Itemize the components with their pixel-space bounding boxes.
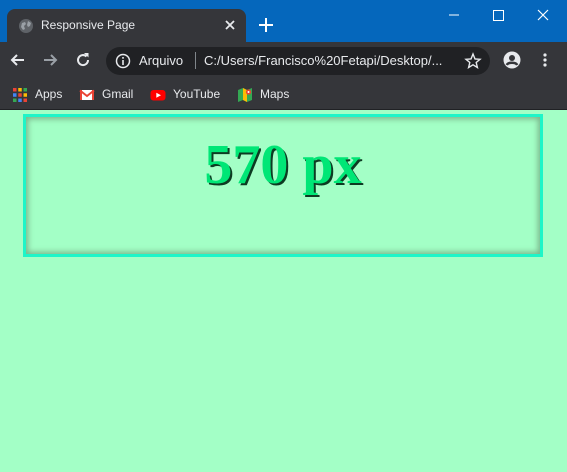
profile-avatar-icon[interactable] bbox=[503, 51, 521, 69]
bookmark-label: Gmail bbox=[102, 87, 134, 101]
maps-icon bbox=[238, 88, 252, 102]
globe-icon bbox=[19, 19, 33, 33]
close-tab-icon[interactable] bbox=[221, 16, 239, 34]
browser-toolbar: Arquivo C:/Users/Francisco%20Fetapi/Desk… bbox=[0, 42, 567, 79]
forward-arrow-icon[interactable] bbox=[41, 51, 59, 69]
viewport-width-text: 570 px bbox=[204, 134, 362, 196]
new-tab-icon[interactable] bbox=[256, 15, 276, 35]
bookmark-label: YouTube bbox=[173, 87, 221, 101]
tab-title: Responsive Page bbox=[41, 18, 136, 32]
bookmark-star-icon[interactable] bbox=[464, 52, 482, 70]
maximize-icon[interactable] bbox=[478, 4, 518, 26]
security-label: Arquivo bbox=[139, 53, 184, 68]
minimize-icon[interactable] bbox=[434, 4, 474, 26]
gmail-icon bbox=[79, 89, 95, 100]
bookmarks-bar: Apps Gmail YouTube Maps bbox=[0, 79, 567, 110]
youtube-icon bbox=[150, 90, 166, 101]
page-viewport: 570 px bbox=[0, 111, 567, 472]
bookmark-label: Maps bbox=[260, 87, 290, 101]
apps-grid-icon bbox=[13, 88, 27, 102]
back-arrow-icon[interactable] bbox=[9, 51, 27, 69]
browser-tab[interactable]: Responsive Page bbox=[7, 9, 246, 42]
url-text[interactable]: C:/Users/Francisco%20Fetapi/Desktop/... bbox=[204, 53, 456, 68]
address-divider bbox=[195, 52, 196, 69]
address-bar[interactable]: Arquivo C:/Users/Francisco%20Fetapi/Desk… bbox=[106, 47, 490, 75]
info-icon[interactable] bbox=[115, 53, 131, 69]
width-display-box: 570 px bbox=[23, 114, 543, 257]
menu-dots-icon[interactable] bbox=[536, 51, 554, 69]
reload-icon[interactable] bbox=[74, 51, 92, 69]
title-bar: Responsive Page bbox=[0, 0, 567, 42]
bookmark-label: Apps bbox=[35, 87, 63, 101]
window-close-icon[interactable] bbox=[523, 4, 563, 26]
